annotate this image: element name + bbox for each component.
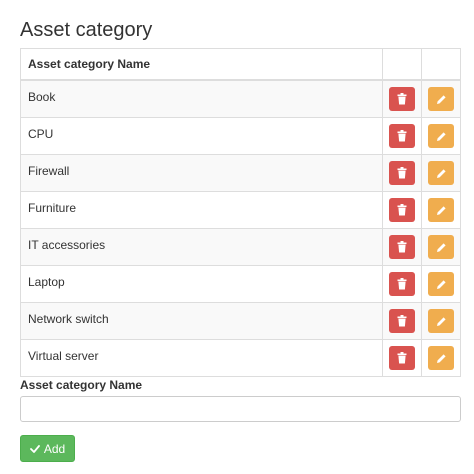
edit-cell: [421, 302, 461, 340]
delete-cell: [382, 117, 422, 155]
delete-button[interactable]: [389, 309, 415, 333]
column-header-name: Asset category Name: [20, 48, 383, 81]
pencil-icon: [436, 279, 447, 290]
table-row: Virtual server: [20, 339, 461, 377]
trash-icon: [397, 93, 407, 105]
pencil-icon: [436, 353, 447, 364]
table-row: Book: [20, 79, 461, 118]
pencil-icon: [436, 205, 447, 216]
asset-category-table: Asset category Name Book CPU Firewall Furni…: [20, 48, 461, 377]
trash-icon: [397, 204, 407, 216]
category-name-cell: IT accessories: [20, 228, 383, 266]
delete-button[interactable]: [389, 161, 415, 185]
add-button[interactable]: Add: [20, 435, 75, 462]
page-title: Asset category: [20, 19, 153, 41]
column-header-delete: [382, 48, 422, 81]
trash-icon: [397, 278, 407, 290]
table-row: Furniture: [20, 191, 461, 229]
category-name-cell: Firewall: [20, 154, 383, 192]
delete-cell: [382, 79, 422, 118]
category-name-cell: Laptop: [20, 265, 383, 303]
edit-cell: [421, 339, 461, 377]
table-row: CPU: [20, 117, 461, 155]
table-row: Firewall: [20, 154, 461, 192]
edit-button[interactable]: [428, 309, 454, 333]
category-name-cell: Network switch: [20, 302, 383, 340]
table-body: Book CPU Firewall Furniture IT accessories La…: [20, 79, 461, 377]
edit-cell: [421, 228, 461, 266]
delete-cell: [382, 265, 422, 303]
trash-icon: [397, 167, 407, 179]
category-name-cell: Furniture: [20, 191, 383, 229]
edit-button[interactable]: [428, 198, 454, 222]
delete-button[interactable]: [389, 346, 415, 370]
edit-cell: [421, 79, 461, 118]
edit-button[interactable]: [428, 272, 454, 296]
edit-button[interactable]: [428, 124, 454, 148]
table-header-row: Asset category Name: [20, 48, 461, 81]
delete-button[interactable]: [389, 235, 415, 259]
edit-cell: [421, 154, 461, 192]
delete-button[interactable]: [389, 198, 415, 222]
delete-button[interactable]: [389, 272, 415, 296]
edit-cell: [421, 191, 461, 229]
trash-icon: [397, 315, 407, 327]
delete-cell: [382, 154, 422, 192]
table-row: IT accessories: [20, 228, 461, 266]
category-name-input[interactable]: [20, 396, 461, 422]
category-name-cell: Book: [20, 79, 383, 118]
delete-cell: [382, 339, 422, 377]
pencil-icon: [436, 316, 447, 327]
pencil-icon: [436, 131, 447, 142]
add-button-label: Add: [43, 441, 66, 456]
edit-button[interactable]: [428, 161, 454, 185]
delete-cell: [382, 302, 422, 340]
table-row: Laptop: [20, 265, 461, 303]
edit-button[interactable]: [428, 235, 454, 259]
trash-icon: [397, 241, 407, 253]
trash-icon: [397, 130, 407, 142]
table-row: Network switch: [20, 302, 461, 340]
check-icon: [29, 444, 40, 454]
delete-button[interactable]: [389, 87, 415, 111]
pencil-icon: [436, 168, 447, 179]
pencil-icon: [436, 94, 447, 105]
delete-cell: [382, 228, 422, 266]
trash-icon: [397, 352, 407, 364]
edit-cell: [421, 117, 461, 155]
column-header-edit: [421, 48, 461, 81]
delete-cell: [382, 191, 422, 229]
edit-button[interactable]: [428, 346, 454, 370]
category-name-cell: Virtual server: [20, 339, 383, 377]
edit-cell: [421, 265, 461, 303]
delete-button[interactable]: [389, 124, 415, 148]
category-name-label: Asset category Name: [20, 378, 143, 392]
category-name-cell: CPU: [20, 117, 383, 155]
pencil-icon: [436, 242, 447, 253]
edit-button[interactable]: [428, 87, 454, 111]
